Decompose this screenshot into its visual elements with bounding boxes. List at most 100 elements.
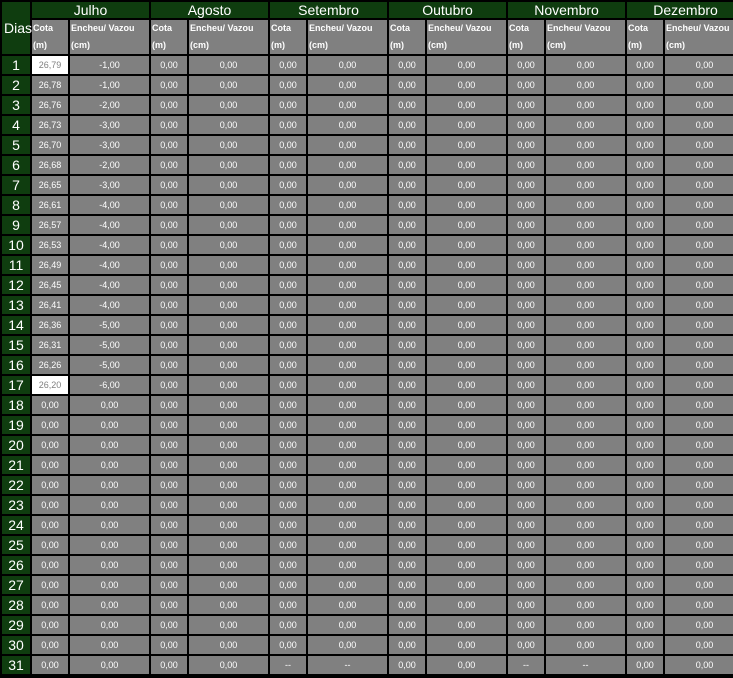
cota-cell: 0,00 bbox=[627, 356, 664, 374]
cota-cell: 0,00 bbox=[627, 576, 664, 594]
cota-subheader: Cota (m) bbox=[627, 20, 664, 54]
encheu-vazou-cell: 0,00 bbox=[308, 436, 388, 454]
encheu-vazou-cell: 0,00 bbox=[308, 476, 388, 494]
encheu-vazou-cell: 0,00 bbox=[70, 456, 149, 474]
encheu-vazou-cell: 0,00 bbox=[546, 116, 626, 134]
cota-cell: 0,00 bbox=[508, 96, 545, 114]
encheu-vazou-cell: 0,00 bbox=[546, 436, 626, 454]
cota-cell: 0,00 bbox=[627, 76, 664, 94]
cota-cell: 0,00 bbox=[389, 256, 426, 274]
encheu-vazou-label: Encheu/ Vazou bbox=[71, 23, 135, 33]
encheu-vazou-cell: 0,00 bbox=[189, 376, 268, 394]
encheu-vazou-cell: 0,00 bbox=[546, 176, 626, 194]
encheu-vazou-cell: 0,00 bbox=[665, 176, 733, 194]
encheu-vazou-cell: 0,00 bbox=[70, 636, 149, 654]
encheu-vazou-cell: 0,00 bbox=[546, 616, 626, 634]
cota-cell: 0,00 bbox=[627, 96, 664, 114]
encheu-vazou-cell: 0,00 bbox=[189, 216, 268, 234]
day-number: 9 bbox=[2, 216, 30, 234]
cota-cell: 0,00 bbox=[270, 536, 306, 554]
day-number: 27 bbox=[2, 576, 30, 594]
table-row: 24 0,00 0,00 0,00 0,00 0,00 0,00 0,00 0,00 0,00 0,… bbox=[2, 516, 733, 534]
encheu-vazou-cell: 0,00 bbox=[546, 556, 626, 574]
cota-subheader: Cota (m) bbox=[32, 20, 68, 54]
cota-cell: 0,00 bbox=[32, 436, 68, 454]
cota-cell: 0,00 bbox=[627, 236, 664, 254]
cota-cell: 0,00 bbox=[627, 116, 664, 134]
encheu-vazou-cell: 0,00 bbox=[427, 536, 507, 554]
cota-cell: 0,00 bbox=[508, 76, 545, 94]
encheu-vazou-cell: 0,00 bbox=[308, 456, 388, 474]
day-number: 8 bbox=[2, 196, 30, 214]
encheu-vazou-cell: 0,00 bbox=[70, 416, 149, 434]
day-number: 24 bbox=[2, 516, 30, 534]
encheu-vazou-cell: -4,00 bbox=[70, 276, 149, 294]
cota-cell: 26,78 bbox=[32, 76, 68, 94]
cota-cell: 0,00 bbox=[151, 516, 187, 534]
cota-cell: 0,00 bbox=[389, 656, 426, 674]
encheu-vazou-cell: 0,00 bbox=[665, 396, 733, 414]
encheu-vazou-cell: 0,00 bbox=[189, 316, 268, 334]
dias-header: Dias bbox=[2, 2, 32, 54]
cota-cell: 0,00 bbox=[627, 516, 664, 534]
encheu-vazou-cell: -5,00 bbox=[70, 356, 149, 374]
cota-cell: 0,00 bbox=[151, 596, 187, 614]
cota-cell: 0,00 bbox=[32, 476, 68, 494]
encheu-vazou-cell: 0,00 bbox=[427, 96, 507, 114]
cota-cell: 0,00 bbox=[270, 236, 306, 254]
encheu-vazou-cell: 0,00 bbox=[189, 636, 268, 654]
day-number: 20 bbox=[2, 436, 30, 454]
day-number: 25 bbox=[2, 536, 30, 554]
cota-cell: 0,00 bbox=[32, 516, 68, 534]
encheu-vazou-cell: 0,00 bbox=[546, 416, 626, 434]
encheu-vazou-cell: 0,00 bbox=[665, 296, 733, 314]
cota-cell: 0,00 bbox=[270, 456, 306, 474]
encheu-vazou-cell: -3,00 bbox=[70, 136, 149, 154]
cota-cell: 0,00 bbox=[270, 156, 306, 174]
cota-cell: 0,00 bbox=[508, 216, 545, 234]
cota-cell: -- bbox=[270, 656, 306, 674]
cota-cell: 0,00 bbox=[32, 636, 68, 654]
encheu-vazou-cell: 0,00 bbox=[189, 136, 268, 154]
encheu-vazou-cell: 0,00 bbox=[308, 576, 388, 594]
cota-cell: 0,00 bbox=[627, 536, 664, 554]
month-header: Novembro bbox=[508, 2, 626, 18]
table-row: 22 0,00 0,00 0,00 0,00 0,00 0,00 0,00 0,00 0,00 0,… bbox=[2, 476, 733, 494]
encheu-vazou-cell: 0,00 bbox=[427, 456, 507, 474]
month-header: Agosto bbox=[151, 2, 268, 18]
encheu-vazou-cell: 0,00 bbox=[70, 576, 149, 594]
encheu-vazou-cell: 0,00 bbox=[308, 176, 388, 194]
day-number: 19 bbox=[2, 416, 30, 434]
table-row: 17 26,20 -6,00 0,00 0,00 0,00 0,00 0,00 0,00 0,00… bbox=[2, 376, 733, 394]
encheu-vazou-cell: 0,00 bbox=[308, 256, 388, 274]
encheu-vazou-cell: 0,00 bbox=[308, 316, 388, 334]
cota-cell: 0,00 bbox=[151, 196, 187, 214]
encheu-vazou-cell: 0,00 bbox=[665, 416, 733, 434]
encheu-vazou-cell: 0,00 bbox=[189, 536, 268, 554]
encheu-vazou-label: Encheu/ Vazou bbox=[309, 23, 373, 33]
cota-cell: 0,00 bbox=[151, 536, 187, 554]
encheu-vazou-cell: 0,00 bbox=[427, 396, 507, 414]
encheu-vazou-cell: 0,00 bbox=[308, 116, 388, 134]
encheu-vazou-cell: 0,00 bbox=[70, 596, 149, 614]
encheu-vazou-cell: 0,00 bbox=[427, 256, 507, 274]
day-number: 22 bbox=[2, 476, 30, 494]
cota-cell: 0,00 bbox=[508, 316, 545, 334]
encheu-vazou-cell: 0,00 bbox=[70, 496, 149, 514]
cota-cell: 0,00 bbox=[389, 356, 426, 374]
cota-cell: 0,00 bbox=[151, 76, 187, 94]
cota-cell: 0,00 bbox=[508, 176, 545, 194]
encheu-vazou-cell: 0,00 bbox=[189, 336, 268, 354]
encheu-vazou-cell: 0,00 bbox=[189, 656, 268, 674]
encheu-vazou-cell: -3,00 bbox=[70, 116, 149, 134]
encheu-vazou-cell: 0,00 bbox=[546, 196, 626, 214]
cota-cell: 0,00 bbox=[270, 516, 306, 534]
cota-cell: 0,00 bbox=[270, 276, 306, 294]
encheu-vazou-cell: -1,00 bbox=[70, 76, 149, 94]
cota-cell: 0,00 bbox=[627, 176, 664, 194]
cota-cell: 0,00 bbox=[32, 396, 68, 414]
cota-cell: 0,00 bbox=[151, 296, 187, 314]
encheu-vazou-subheader: Encheu/ Vazou (cm) bbox=[189, 20, 268, 54]
encheu-vazou-cell: 0,00 bbox=[189, 116, 268, 134]
cota-cell: 0,00 bbox=[389, 96, 426, 114]
